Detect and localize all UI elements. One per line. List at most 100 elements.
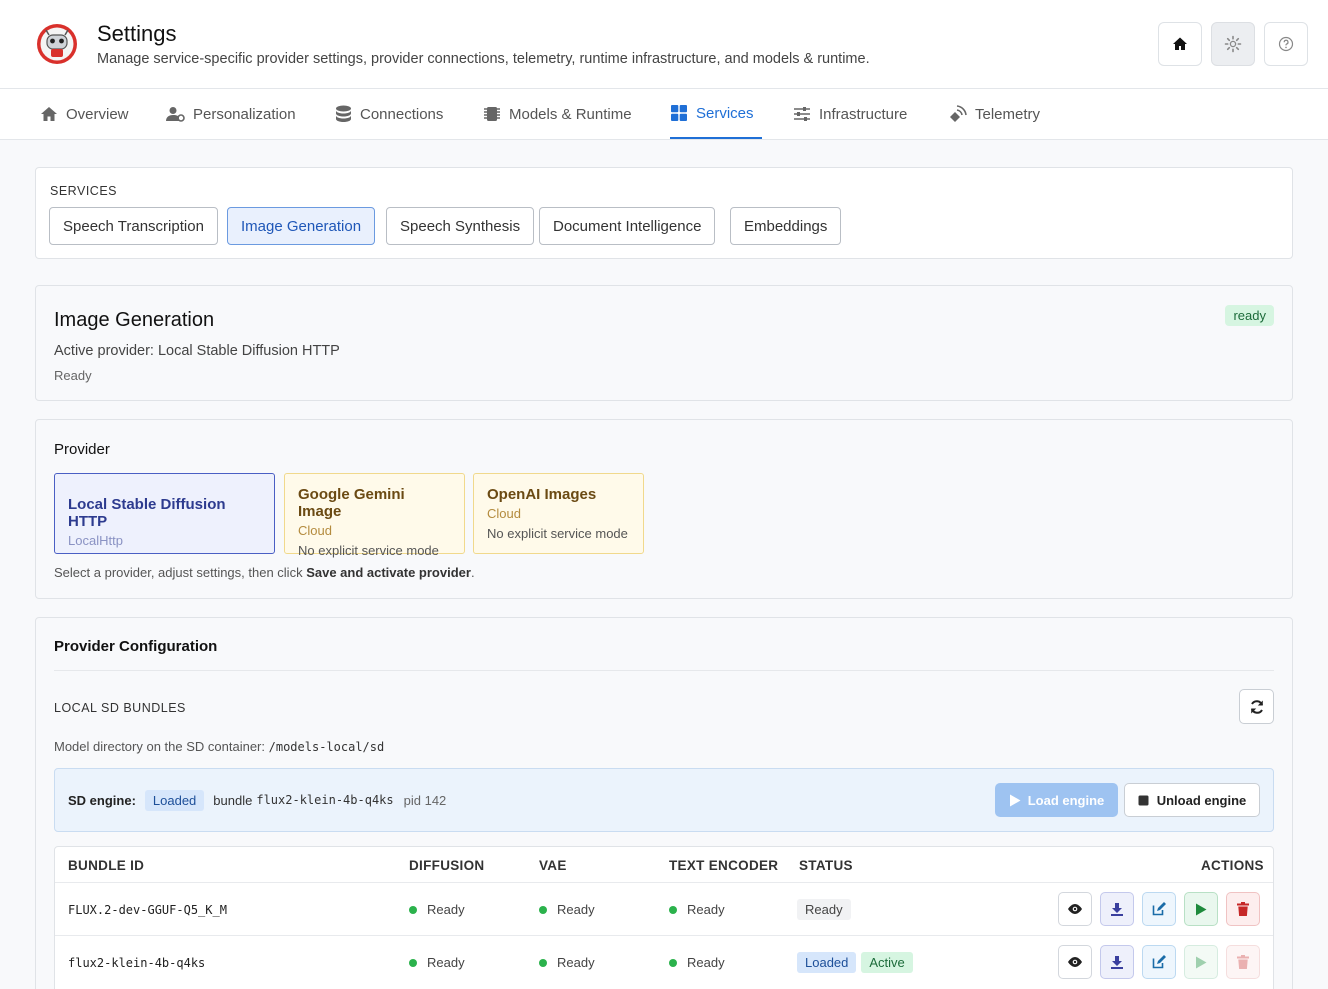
delete-bundle-button[interactable]	[1226, 945, 1260, 979]
services-card: SERVICES Speech Transcription Image Gene…	[35, 167, 1293, 259]
download-icon	[1111, 903, 1123, 916]
help-button[interactable]	[1264, 22, 1308, 66]
service-state-text: Ready	[54, 368, 92, 383]
unload-engine-button[interactable]: Unload engine	[1124, 783, 1260, 817]
text-encoder-status: Ready	[669, 936, 725, 989]
status-dot	[409, 958, 417, 967]
provider-type: LocalHttp	[68, 533, 123, 548]
provider-option-local-sd[interactable]: Local Stable Diffusion HTTP LocalHttp	[54, 473, 275, 554]
activate-bundle-button[interactable]	[1184, 945, 1218, 979]
engine-pid: pid 142	[403, 792, 447, 808]
service-image-generation[interactable]: Image Generation	[227, 207, 376, 245]
provider-option-gemini[interactable]: Google Gemini Image Cloud No explicit se…	[284, 473, 465, 558]
sd-engine-panel: SD engine: Loaded bundle flux2-klein-4b-…	[54, 768, 1274, 832]
diffusion-status: Ready	[409, 883, 465, 936]
status-badge: ready	[1225, 305, 1274, 326]
engine-bundle: flux2-klein-4b-q4ks	[256, 793, 394, 807]
play-icon	[1196, 956, 1207, 968]
edit-icon	[1152, 902, 1166, 916]
download-bundle-button[interactable]	[1100, 945, 1134, 979]
refresh-bundles-button[interactable]	[1239, 689, 1274, 724]
download-bundle-button[interactable]	[1100, 892, 1134, 926]
service-speech-synthesis[interactable]: Speech Synthesis	[386, 207, 535, 245]
col-vae: VAE	[539, 858, 567, 873]
home-icon	[1173, 37, 1187, 50]
view-bundle-button[interactable]	[1058, 892, 1092, 926]
trash-icon	[1237, 902, 1249, 916]
service-embeddings[interactable]: Embeddings	[730, 207, 842, 245]
provider-name: Google Gemini Image	[298, 486, 405, 520]
grid-icon	[671, 105, 687, 121]
bundles-label: LOCAL SD BUNDLES	[54, 701, 186, 715]
stop-icon	[1138, 795, 1149, 805]
loaded-badge: Loaded	[797, 952, 857, 973]
service-document-intelligence[interactable]: Document Intelligence	[539, 207, 716, 245]
page-subtitle: Manage service-specific provider setting…	[97, 51, 870, 67]
trash-icon	[1237, 955, 1249, 969]
status-dot	[409, 905, 417, 914]
engine-label: SD engine:	[68, 792, 136, 808]
edit-bundle-button[interactable]	[1142, 945, 1176, 979]
col-diffusion: DIFFUSION	[409, 858, 485, 873]
engine-bundle-label: bundle	[213, 792, 253, 808]
view-bundle-button[interactable]	[1058, 945, 1092, 979]
settings-tabs: Overview Personalization Connections Mod…	[0, 89, 1328, 140]
vae-status: Ready	[539, 883, 595, 936]
tab-models-runtime[interactable]: Models & Runtime	[483, 89, 632, 139]
tab-services[interactable]: Services	[670, 89, 762, 139]
provider-mode: No explicit service mode	[298, 543, 439, 558]
download-icon	[1111, 956, 1123, 969]
service-speech-transcription[interactable]: Speech Transcription	[49, 207, 218, 245]
eye-icon	[1068, 904, 1082, 914]
divider	[54, 670, 1274, 671]
service-status-card: Image Generation Active provider: Local …	[35, 285, 1293, 401]
status-badge: Ready	[797, 899, 851, 920]
provider-config-card: Provider Configuration LOCAL SD BUNDLES …	[35, 617, 1293, 989]
table-row: flux2-klein-4b-q4ks Ready Ready Ready Lo…	[55, 935, 1273, 988]
status-dot	[669, 905, 677, 914]
bundle-id: flux2-klein-4b-q4ks	[68, 955, 206, 970]
active-provider-text: Active provider: Local Stable Diffusion …	[54, 343, 340, 359]
chip-icon	[484, 107, 500, 121]
activate-bundle-button[interactable]	[1184, 892, 1218, 926]
app-logo	[37, 24, 77, 64]
eye-icon	[1068, 957, 1082, 967]
database-icon	[336, 105, 351, 122]
provider-hint: Select a provider, adjust settings, then…	[54, 565, 475, 580]
bundle-status: Ready	[797, 883, 856, 936]
bundle-status: Loaded Active	[797, 936, 918, 989]
play-icon	[1009, 794, 1021, 806]
delete-bundle-button[interactable]	[1226, 892, 1260, 926]
tab-overview[interactable]: Overview	[40, 89, 129, 139]
engine-status-badge: Loaded	[144, 789, 205, 811]
tab-infrastructure[interactable]: Infrastructure	[793, 89, 907, 139]
edit-bundle-button[interactable]	[1142, 892, 1176, 926]
bundle-id: FLUX.2-dev-GGUF-Q5_K_M	[68, 902, 227, 917]
bundles-table: BUNDLE ID DIFFUSION VAE TEXT ENCODER STA…	[54, 846, 1274, 989]
col-bundle-id: BUNDLE ID	[68, 858, 145, 873]
table-row: FLUX.2-dev-GGUF-Q5_K_M Ready Ready Ready…	[55, 882, 1273, 935]
gear-icon	[1224, 35, 1242, 53]
text-encoder-status: Ready	[669, 883, 725, 936]
provider-card: Provider Local Stable Diffusion HTTP Loc…	[35, 419, 1293, 599]
provider-option-openai[interactable]: OpenAI Images Cloud No explicit service …	[473, 473, 644, 554]
edit-icon	[1152, 955, 1166, 969]
page-header: Settings Manage service-specific provide…	[0, 0, 1328, 89]
col-status: STATUS	[799, 858, 853, 873]
provider-name: OpenAI Images	[487, 486, 597, 503]
tab-personalization[interactable]: Personalization	[166, 89, 296, 139]
tab-connections[interactable]: Connections	[335, 89, 443, 139]
tab-telemetry[interactable]: Telemetry	[948, 89, 1040, 139]
user-gear-icon	[166, 107, 185, 122]
config-title: Provider Configuration	[54, 638, 218, 655]
load-engine-button[interactable]: Load engine	[995, 783, 1118, 817]
page-title: Settings	[97, 21, 177, 46]
satellite-icon	[950, 105, 967, 122]
model-directory: Model directory on the SD container: /mo…	[54, 739, 385, 754]
status-dot	[539, 958, 547, 967]
provider-type: Cloud	[487, 506, 521, 521]
col-text-encoder: TEXT ENCODER	[669, 858, 779, 873]
home-button[interactable]	[1158, 22, 1202, 66]
settings-button[interactable]	[1211, 22, 1255, 66]
diffusion-status: Ready	[409, 936, 465, 989]
